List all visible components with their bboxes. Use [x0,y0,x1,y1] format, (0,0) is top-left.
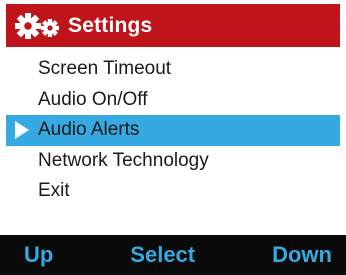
settings-screen: Settings Screen Timeout Audio On/Off Aud… [0,0,346,275]
down-softkey[interactable]: Down [272,242,332,268]
menu-item-network-technology[interactable]: Network Technology [6,146,340,177]
select-softkey[interactable]: Select [130,242,195,268]
page-title: Settings [68,13,153,37]
menu-item-exit[interactable]: Exit [6,176,340,207]
softkey-bar: Up Select Down [0,235,346,275]
menu-item-label: Network Technology [38,149,209,171]
right-triangle-icon [15,121,29,140]
gears-icon [14,11,64,41]
menu-item-label: Exit [38,180,70,202]
up-softkey[interactable]: Up [24,242,53,268]
header-bar: Settings [6,4,340,47]
menu-item-label: Audio Alerts [38,119,140,141]
settings-menu: Screen Timeout Audio On/Off Audio Alerts… [6,54,340,207]
menu-item-audio-on-off[interactable]: Audio On/Off [6,85,340,116]
menu-item-label: Audio On/Off [38,88,148,110]
menu-item-screen-timeout[interactable]: Screen Timeout [6,54,340,85]
menu-item-label: Screen Timeout [38,58,172,80]
menu-item-audio-alerts[interactable]: Audio Alerts [6,115,340,146]
